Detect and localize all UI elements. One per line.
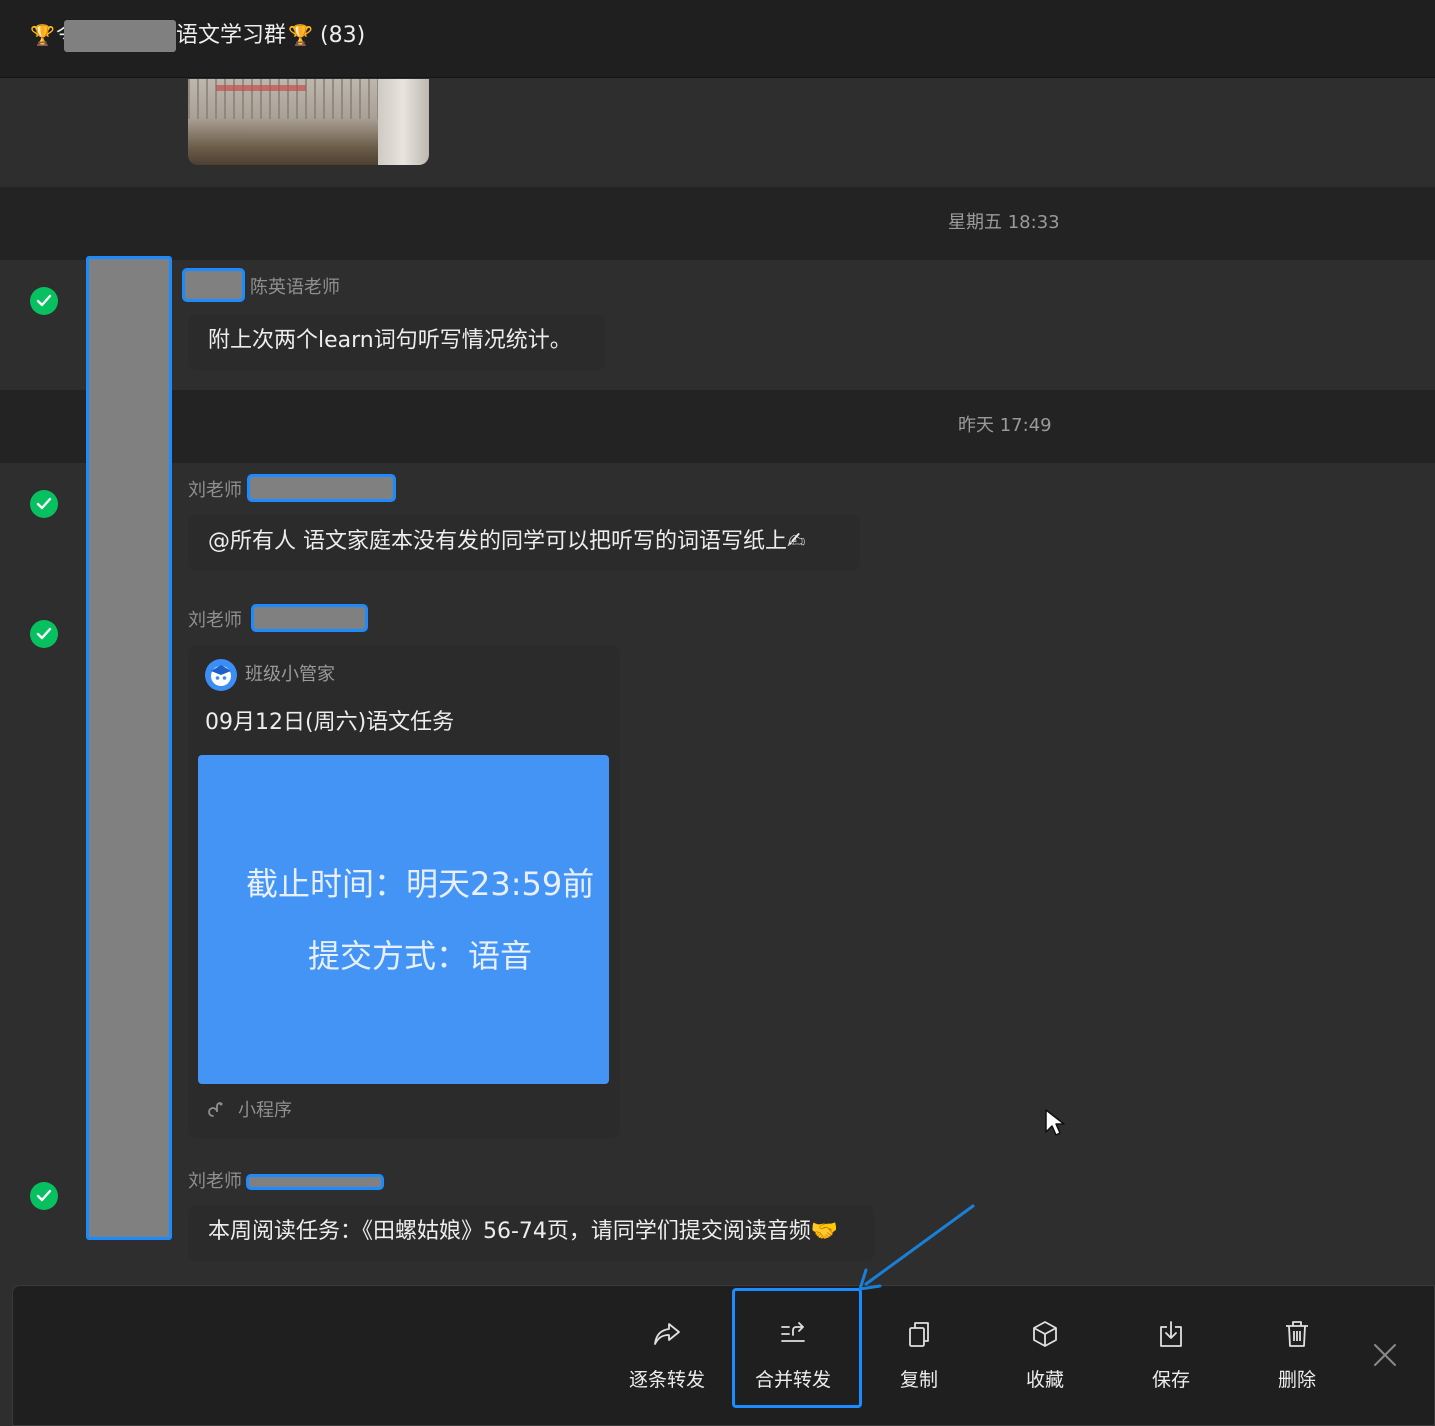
member-count: (83) <box>320 23 366 48</box>
save-label: 保存 <box>1151 1369 1190 1391</box>
mini-program-link-icon <box>206 1101 228 1127</box>
app-logo-icon <box>205 659 237 691</box>
chat-title-bar: 🏆 令 语文学习群 🏆 (83) <box>0 0 1435 78</box>
avatar-redaction <box>86 256 172 1240</box>
name-redaction <box>251 604 368 632</box>
mini-program-image[interactable] <box>198 755 609 1084</box>
favorite-button[interactable]: 收藏 <box>982 1291 1108 1407</box>
cube-icon <box>982 1319 1108 1355</box>
sender-name: 刘老师 <box>188 610 242 631</box>
name-redaction <box>246 1174 384 1190</box>
mini-program-image-text: 提交方式：语音 <box>308 937 533 975</box>
share-forward-icon <box>604 1319 730 1355</box>
sender-name: 刘老师 <box>188 1171 242 1192</box>
forward-each-button[interactable]: 逐条转发 <box>604 1291 730 1407</box>
message-bubble[interactable]: 附上次两个learn词句听写情况统计。 <box>188 314 606 370</box>
mini-program-image-text: 截止时间：明天23:59前 <box>246 865 595 903</box>
sender-name: 刘老师 <box>188 480 242 501</box>
trophy-icon: 🏆 <box>30 23 55 47</box>
message-text: 本周阅读任务：《田螺姑娘》56-74页，请同学们提交阅读音频🤝 <box>208 1219 839 1244</box>
delete-label: 删除 <box>1277 1369 1316 1391</box>
message-bubble[interactable]: @所有人 语文家庭本没有发的同学可以把听写的词语写纸上✍ <box>188 515 860 571</box>
forward-each-label: 逐条转发 <box>628 1369 705 1391</box>
time-separator: 昨天 17:49 <box>0 390 1435 463</box>
mini-program-title: 09月12日(周六)语文任务 <box>205 710 455 735</box>
image-message[interactable] <box>188 79 429 165</box>
trophy-icon: 🏆 <box>288 23 313 47</box>
timestamp: 星期五 18:33 <box>948 212 1060 233</box>
name-redaction <box>247 474 396 502</box>
trash-icon <box>1234 1319 1360 1355</box>
message-text: @所有人 语文家庭本没有发的同学可以把听写的词语写纸上✍ <box>208 529 806 554</box>
delete-button[interactable]: 删除 <box>1234 1291 1360 1407</box>
copy-icon <box>856 1319 982 1355</box>
copy-label: 复制 <box>899 1369 938 1391</box>
mini-program-app-name: 班级小管家 <box>245 664 335 685</box>
chat-title: 语文学习群 <box>176 23 287 48</box>
mini-program-footer: 小程序 <box>238 1100 292 1121</box>
save-button[interactable]: 保存 <box>1108 1291 1234 1407</box>
title-redaction <box>64 20 176 52</box>
selected-check-icon[interactable] <box>30 620 58 648</box>
annotation-arrow <box>850 1200 980 1300</box>
selected-check-icon[interactable] <box>30 490 58 518</box>
selected-check-icon[interactable] <box>30 287 58 315</box>
name-redaction <box>182 268 245 302</box>
copy-button[interactable]: 复制 <box>856 1291 982 1407</box>
time-separator: 星期五 18:33 <box>0 187 1435 260</box>
download-icon <box>1108 1319 1234 1355</box>
message-text: 附上次两个learn词句听写情况统计。 <box>208 328 572 353</box>
message-bubble[interactable]: 本周阅读任务：《田螺姑娘》56-74页，请同学们提交阅读音频🤝 <box>188 1205 874 1261</box>
timestamp: 昨天 17:49 <box>958 415 1052 436</box>
close-icon[interactable] <box>1366 1336 1404 1374</box>
mouse-cursor-icon <box>1044 1108 1066 1142</box>
highlight-box <box>732 1288 862 1408</box>
selected-check-icon[interactable] <box>30 1182 58 1210</box>
sender-name: 陈英语老师 <box>250 277 340 298</box>
favorite-label: 收藏 <box>1025 1369 1064 1391</box>
